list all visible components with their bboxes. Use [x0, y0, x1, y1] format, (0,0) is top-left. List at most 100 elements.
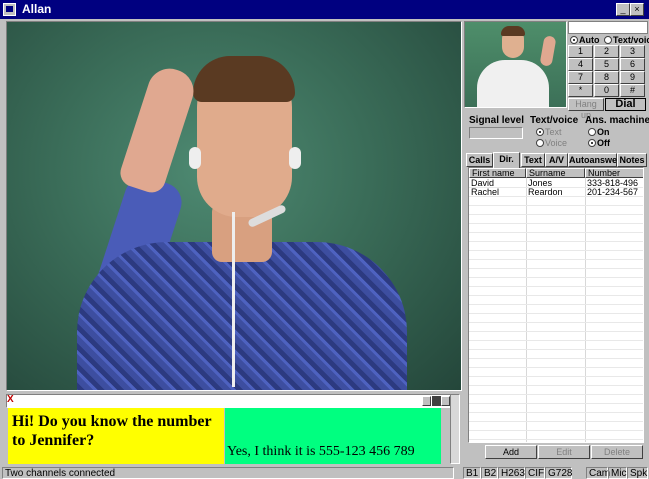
- key-7[interactable]: 8: [594, 71, 619, 84]
- directory-list[interactable]: First name Surname Number David Jones 333-…: [468, 167, 644, 443]
- edit-button[interactable]: Edit: [538, 445, 590, 459]
- chat-close-button[interactable]: X: [7, 394, 17, 406]
- key-5[interactable]: 6: [620, 58, 645, 71]
- key-1[interactable]: 2: [594, 45, 619, 58]
- textvoice-label: Text/voice: [530, 115, 579, 126]
- status-codec: H263: [498, 467, 525, 479]
- tab-text[interactable]: Text: [521, 153, 545, 167]
- key-4[interactable]: 5: [594, 58, 619, 71]
- ans-machine-label: Ans. machine: [585, 115, 649, 126]
- textvoice-label[interactable]: Text/voice: [613, 35, 649, 45]
- voice-radio[interactable]: [536, 139, 544, 147]
- chat-dropdown-icon[interactable]: [422, 396, 431, 406]
- directory-cell[interactable]: Reardon: [526, 188, 563, 197]
- row-line: [469, 223, 643, 224]
- minimize-button[interactable]: _: [616, 3, 630, 16]
- row-line: [469, 313, 643, 314]
- key-2[interactable]: 3: [620, 45, 645, 58]
- row-line: [469, 304, 643, 305]
- status-audio: G728: [545, 467, 572, 479]
- row-line: [469, 421, 643, 422]
- key-3[interactable]: 4: [568, 58, 593, 71]
- tab-notes[interactable]: Notes: [617, 153, 647, 167]
- close-window-button[interactable]: ×: [630, 3, 644, 16]
- key-0[interactable]: 1: [568, 45, 593, 58]
- text-radio[interactable]: [536, 128, 544, 136]
- status-spk: Spk: [627, 467, 648, 479]
- title-bar[interactable]: Allan _ ×: [0, 0, 649, 19]
- voice-option-label: Voice: [545, 138, 568, 148]
- text-option-label: Text: [545, 127, 562, 137]
- column-number[interactable]: Number: [585, 168, 643, 178]
- remote-hair: [193, 56, 295, 102]
- row-line: [469, 268, 643, 269]
- key-8[interactable]: 9: [620, 71, 645, 84]
- status-connection: Two channels connected: [2, 467, 454, 479]
- app-icon[interactable]: [3, 3, 16, 16]
- status-cam: Cam: [586, 467, 610, 479]
- key-10[interactable]: 0: [594, 84, 619, 97]
- headset-cable: [232, 212, 235, 387]
- tab-calls[interactable]: Calls: [466, 153, 493, 167]
- row-line: [469, 286, 643, 287]
- row-line: [469, 367, 643, 368]
- chat-option-icon[interactable]: [441, 396, 450, 406]
- status-resolution: CIF: [525, 467, 545, 479]
- row-line: [469, 385, 643, 386]
- row-line: [469, 322, 643, 323]
- status-b1: B1: [463, 467, 481, 479]
- remote-hand: [116, 62, 200, 197]
- self-video: [464, 21, 567, 108]
- row-line: [469, 241, 643, 242]
- on-radio[interactable]: [588, 128, 596, 136]
- row-line: [469, 349, 643, 350]
- chat-toolbar: [6, 394, 458, 408]
- row-line: [469, 295, 643, 296]
- chat-save-icon[interactable]: [432, 396, 441, 406]
- textvoice-radio[interactable]: [604, 36, 613, 44]
- auto-radio[interactable]: [570, 36, 578, 44]
- remote-video: [6, 21, 462, 391]
- auto-label[interactable]: Auto: [579, 35, 600, 45]
- on-option[interactable]: On: [588, 127, 610, 137]
- add-button[interactable]: Add: [485, 445, 537, 459]
- row-line: [469, 439, 643, 440]
- chat-scrollbar[interactable]: [450, 394, 460, 464]
- key-9[interactable]: *: [568, 84, 593, 97]
- self-hair: [501, 26, 525, 36]
- off-radio[interactable]: [588, 139, 596, 147]
- row-line: [469, 376, 643, 377]
- delete-button[interactable]: Delete: [591, 445, 643, 459]
- row-line: [469, 331, 643, 332]
- hang-up-button[interactable]: Hang up: [568, 98, 604, 120]
- voice-option[interactable]: Voice: [536, 138, 567, 148]
- row-line: [469, 340, 643, 341]
- row-line: [469, 403, 643, 404]
- on-option-label: On: [597, 127, 610, 137]
- row-line: [469, 277, 643, 278]
- row-line: [469, 250, 643, 251]
- column-surname[interactable]: Surname: [526, 168, 585, 178]
- row-line: [469, 214, 643, 215]
- key-6[interactable]: 7: [568, 71, 593, 84]
- row-line: [469, 394, 643, 395]
- directory-cell[interactable]: 201-234-567: [585, 188, 638, 197]
- off-option[interactable]: Off: [588, 138, 610, 148]
- tab-autoanswer[interactable]: Autoanswer: [568, 153, 621, 167]
- tab-av[interactable]: A/V: [545, 153, 568, 167]
- column-first-name[interactable]: First name: [469, 168, 526, 178]
- directory-cell[interactable]: Rachel: [469, 188, 499, 197]
- off-option-label: Off: [597, 138, 610, 148]
- chat-local-message[interactable]: Hi! Do you know the number to Jennifer?: [8, 408, 224, 464]
- tab-directory[interactable]: Dir.: [493, 152, 520, 168]
- row-line: [469, 205, 643, 206]
- number-input[interactable]: [568, 21, 648, 34]
- row-line: [469, 358, 643, 359]
- dial-button[interactable]: Dial: [605, 98, 646, 111]
- signal-level-meter: [469, 127, 523, 139]
- text-option[interactable]: Text: [536, 127, 562, 137]
- row-line: [469, 430, 643, 431]
- row-line: [469, 232, 643, 233]
- status-b2: B2: [481, 467, 498, 479]
- key-11[interactable]: #: [620, 84, 645, 97]
